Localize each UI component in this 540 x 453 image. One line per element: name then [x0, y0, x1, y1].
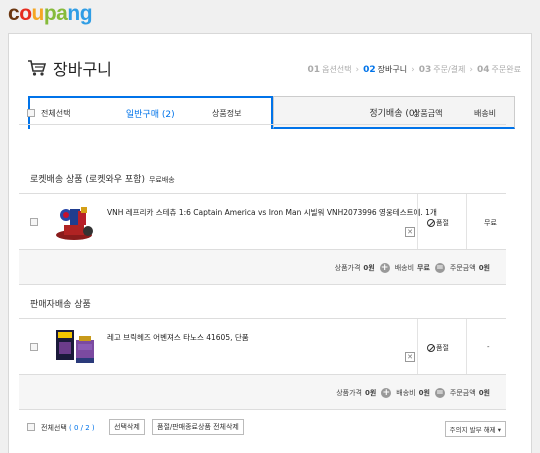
select-all-label: 전체선택 — [41, 109, 71, 118]
section-title-text: 판매자배송 상품 — [30, 300, 91, 310]
product-thumbnail[interactable] — [52, 326, 98, 368]
section-title-text: 로켓배송 상품 (로켓와우 포함) — [30, 175, 145, 185]
ban-icon — [427, 219, 435, 227]
item-checkbox[interactable] — [30, 218, 38, 226]
status-text: 품절 — [436, 344, 449, 352]
divider — [466, 194, 467, 249]
chevron-right-icon: › — [469, 64, 474, 75]
select-all-label: 전체선택 — [41, 424, 67, 432]
shipping-label: 배송비 — [394, 264, 415, 272]
step-01: 01 옵션선택 › — [308, 64, 360, 75]
delete-soldout-button[interactable]: 품절/판매종료상품 전체삭제 — [152, 419, 244, 435]
chevron-right-icon: › — [411, 64, 415, 75]
plus-icon: + — [381, 388, 392, 398]
shipping-value: - — [487, 343, 490, 351]
product-price-label: 상품가격 — [336, 389, 362, 397]
step-label: 장바구니 — [377, 65, 408, 74]
sort-select[interactable]: 주의지 발부 해제 ▾ — [444, 421, 506, 437]
cart-row: 레고 브릭헤즈 어벤져스 타노스 41605, 단품 ✕ 품절 - — [19, 318, 506, 374]
logo-letter: o — [19, 2, 32, 25]
close-icon[interactable]: ✕ — [405, 227, 415, 237]
step-04: 04 주문완료 — [477, 64, 521, 75]
logo-letter: a — [56, 2, 68, 25]
order-total-value: 0원 — [478, 264, 490, 272]
shipping-total-value: 0원 — [418, 389, 430, 397]
step-label: 주문/결제 — [433, 65, 466, 74]
shipping-total-value: 무료 — [417, 264, 430, 272]
select-all-count: 전체선택 ( 0 / 2 ) — [41, 423, 95, 433]
product-name[interactable]: 레고 브릭헤즈 어벤져스 타노스 41605, 단품 — [107, 332, 249, 343]
equals-icon: = — [434, 263, 445, 273]
product-name[interactable]: VNH 레프리카 스테츄 1:6 Captain America vs Iron… — [107, 207, 437, 218]
cart-icon — [28, 60, 47, 76]
section-title-rocket: 로켓배송 상품 (로켓와우 포함) 무료배송 — [30, 172, 175, 185]
top-bar: coupang — [0, 0, 540, 30]
coupang-logo[interactable]: coupang — [8, 2, 93, 26]
section-summary: 상품가격 0원 + 배송비 0원 = 주문금액 0원 — [19, 374, 506, 410]
step-number: 01 — [307, 64, 321, 75]
product-info-header: 상품정보 — [212, 109, 242, 118]
status-badge: 품절 — [427, 343, 449, 353]
step-02: 02 장바구니 › — [363, 64, 415, 75]
product-thumbnail[interactable] — [52, 201, 98, 243]
order-steps: 01 옵션선택 › 02 장바구니 › 03 주문/결제 › 04 주문완료 — [304, 64, 521, 75]
bottom-action-bar: 전체선택 ( 0 / 2 ) 선택삭제 품절/판매종료상품 전체삭제 주의지 발… — [19, 418, 506, 438]
logo-letter: c — [8, 2, 20, 25]
product-price-value: 0원 — [364, 389, 377, 397]
free-shipping-tag: 무료배송 — [148, 176, 175, 184]
plus-icon: + — [379, 263, 390, 273]
shipping-value: 무료 — [484, 219, 497, 227]
delete-selected-button[interactable]: 선택삭제 — [109, 419, 145, 435]
divider — [417, 319, 418, 374]
section-title-seller: 판매자배송 상품 — [30, 297, 91, 310]
divider — [466, 319, 467, 374]
status-badge: 품절 — [427, 218, 449, 228]
ban-icon — [427, 344, 435, 352]
chevron-right-icon: › — [355, 64, 360, 75]
sort-select-value: 주의지 발부 해제 — [449, 426, 496, 434]
product-price-label: 상품가격 — [334, 264, 361, 272]
selected-count: ( 0 / 2 ) — [69, 424, 95, 432]
divider — [417, 194, 418, 249]
order-total-label: 주문금액 — [449, 264, 476, 272]
step-03: 03 주문/결제 › — [419, 64, 473, 75]
logo-letter: u — [31, 2, 45, 25]
section-summary: 상품가격 0원 + 배송비 무료 = 주문금액 0원 — [19, 249, 506, 285]
select-all-checkbox[interactable] — [27, 109, 35, 117]
step-number: 04 — [477, 64, 490, 75]
shipping-label: 배송비 — [396, 389, 416, 397]
order-total-value: 0원 — [478, 389, 490, 397]
item-checkbox[interactable] — [30, 343, 38, 351]
page-title: 장바구니 — [53, 60, 112, 79]
cart-row: VNH 레프리카 스테츄 1:6 Captain America vs Iron… — [19, 193, 506, 249]
step-label: 옵션선택 — [322, 65, 352, 74]
title-row: 장바구니 — [27, 56, 112, 80]
shipping-header: 배송비 — [474, 109, 497, 118]
logo-letter: p — [43, 2, 57, 25]
logo-letter: g — [79, 2, 93, 25]
step-number: 03 — [418, 64, 432, 75]
chevron-down-icon: ▾ — [497, 426, 501, 434]
close-icon[interactable]: ✕ — [405, 352, 415, 362]
order-total-label: 주문금액 — [449, 389, 476, 397]
column-header: 전체선택 상품정보 상품금액 배송비 — [19, 101, 506, 125]
select-all-checkbox-bottom[interactable] — [27, 423, 35, 431]
product-price-value: 0원 — [363, 264, 375, 272]
equals-icon: = — [434, 388, 445, 398]
price-header: 상품금액 — [413, 109, 443, 118]
status-text: 품절 — [436, 219, 449, 227]
step-label: 주문완료 — [491, 65, 521, 74]
logo-letter: n — [67, 2, 80, 25]
step-number: 02 — [363, 64, 376, 75]
